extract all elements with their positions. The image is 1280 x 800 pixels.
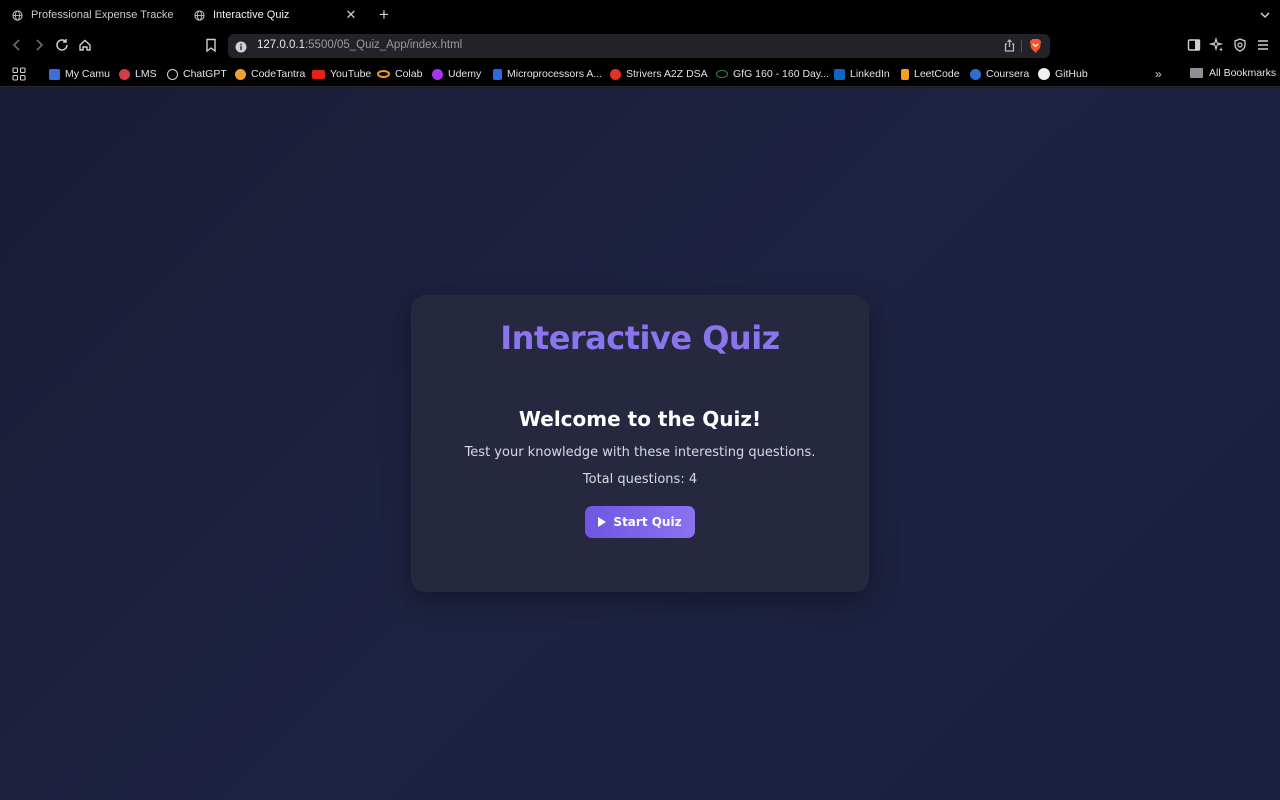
udemy-icon — [432, 68, 443, 80]
bookmark-udemy[interactable]: Udemy — [432, 67, 481, 81]
sidebar-toggle-icon[interactable] — [1186, 37, 1202, 53]
new-tab-button[interactable]: + — [374, 5, 394, 25]
bookmark-coursera[interactable]: Coursera — [970, 67, 1029, 81]
globe-icon — [194, 9, 205, 21]
bookmark-label: LinkedIn — [850, 68, 890, 80]
bookmark-label: CodeTantra — [251, 68, 306, 80]
site-info-icon[interactable] — [235, 40, 247, 53]
codetantra-icon — [235, 68, 246, 80]
share-icon[interactable] — [1003, 39, 1016, 52]
tab-title: Interactive Quiz — [213, 9, 290, 21]
tab-interactive-quiz[interactable]: Interactive Quiz ✕ — [184, 0, 366, 30]
bookmark-github[interactable]: GitHub — [1038, 67, 1088, 81]
github-icon — [1038, 68, 1050, 80]
brave-shields-icon[interactable] — [1028, 38, 1043, 54]
lms-icon — [119, 68, 130, 80]
quiz-description: Test your knowledge with these interesti… — [464, 445, 816, 460]
address-bar[interactable]: 127.0.0.1:5500/05_Quiz_App/index.html — [228, 34, 1050, 58]
youtube-icon — [312, 69, 325, 79]
close-tab-icon[interactable]: ✕ — [344, 8, 358, 22]
bookmark-label: Udemy — [448, 68, 482, 80]
leo-ai-icon[interactable] — [1209, 37, 1225, 53]
app-title: Interactive Quiz — [500, 319, 780, 357]
bookmark-label: LeetCode — [914, 68, 960, 80]
bookmark-codetantra[interactable]: CodeTantra — [235, 67, 305, 81]
bookmark-strivers[interactable]: Strivers A2Z DSA — [610, 67, 708, 81]
chatgpt-icon — [167, 68, 178, 80]
divider — [1021, 40, 1022, 52]
takeuforward-icon — [610, 68, 621, 80]
tab-strip: Professional Expense Tracker Interactive… — [0, 0, 1280, 30]
bookmark-label: GfG 160 - 160 Day... — [733, 68, 830, 80]
bookmark-linkedin[interactable]: LinkedIn — [834, 67, 890, 81]
bookmark-label: Microprocessors A... — [507, 68, 603, 80]
tab-title: Professional Expense Tracker — [31, 9, 174, 21]
bookmark-gfg[interactable]: GfG 160 - 160 Day... — [716, 67, 829, 81]
bookmark-label: My Camu — [65, 68, 110, 80]
all-bookmarks-button[interactable]: All Bookmarks — [1190, 67, 1276, 79]
home-icon[interactable] — [77, 37, 93, 53]
bookmark-lms[interactable]: LMS — [119, 67, 157, 81]
bookmark-youtube[interactable]: YouTube — [312, 67, 371, 81]
menu-icon[interactable] — [1255, 37, 1271, 53]
play-icon — [598, 517, 607, 527]
more-bookmarks-chevron-icon[interactable]: » — [1155, 67, 1169, 81]
welcome-heading: Welcome to the Quiz! — [518, 407, 762, 431]
start-quiz-label: Start Quiz — [613, 515, 682, 529]
bookmark-chatgpt[interactable]: ChatGPT — [167, 67, 227, 81]
globe-icon — [12, 9, 23, 21]
bookmark-label: Coursera — [986, 68, 1030, 80]
bookmark-label: LMS — [135, 68, 157, 80]
browser-toolbar: 127.0.0.1:5500/05_Quiz_App/index.html — [0, 30, 1280, 61]
tab-list-chevron-icon[interactable] — [1258, 8, 1272, 22]
tab-expense-tracker[interactable]: Professional Expense Tracker — [2, 0, 184, 30]
bookmark-colab[interactable]: Colab — [377, 67, 422, 81]
url-host: 127.0.0.1 — [257, 39, 305, 51]
colab-icon — [377, 70, 390, 78]
bookmark-icon[interactable] — [203, 37, 219, 53]
url-text: 127.0.0.1:5500/05_Quiz_App/index.html — [257, 39, 462, 51]
folder-icon — [1190, 68, 1203, 78]
bookmark-leetcode[interactable]: LeetCode — [901, 67, 960, 81]
bookmark-label: YouTube — [330, 68, 372, 80]
start-quiz-button[interactable]: Start Quiz — [585, 506, 695, 538]
scribd-icon — [493, 68, 502, 80]
bookmark-label: Colab — [395, 68, 423, 80]
linkedin-icon — [834, 68, 845, 80]
quiz-card: Interactive Quiz Welcome to the Quiz! Te… — [411, 295, 869, 592]
bookmark-label: Strivers A2Z DSA — [626, 68, 708, 80]
reload-icon[interactable] — [54, 37, 70, 53]
url-path: :5500/05_Quiz_App/index.html — [304, 39, 463, 51]
bookmark-my-camu[interactable]: My Camu — [49, 67, 110, 81]
bookmarks-bar: My Camu LMS ChatGPT CodeTantra YouTube C… — [0, 61, 1280, 87]
vpn-shield-icon[interactable] — [1232, 37, 1248, 53]
bookmark-label: ChatGPT — [183, 68, 227, 80]
page-content: Interactive Quiz Welcome to the Quiz! Te… — [0, 88, 1280, 800]
camu-icon — [49, 68, 60, 80]
back-arrow-icon[interactable] — [9, 37, 25, 53]
all-bookmarks-label: All Bookmarks — [1209, 67, 1277, 79]
forward-arrow-icon[interactable] — [31, 37, 47, 53]
total-questions: Total questions: 4 — [582, 472, 698, 487]
apps-grid-icon[interactable] — [12, 67, 26, 81]
bookmark-label: GitHub — [1055, 68, 1088, 80]
gfg-icon — [716, 70, 728, 78]
bookmark-microprocessors[interactable]: Microprocessors A... — [493, 67, 602, 81]
coursera-icon — [970, 68, 981, 80]
leetcode-icon — [901, 68, 909, 80]
